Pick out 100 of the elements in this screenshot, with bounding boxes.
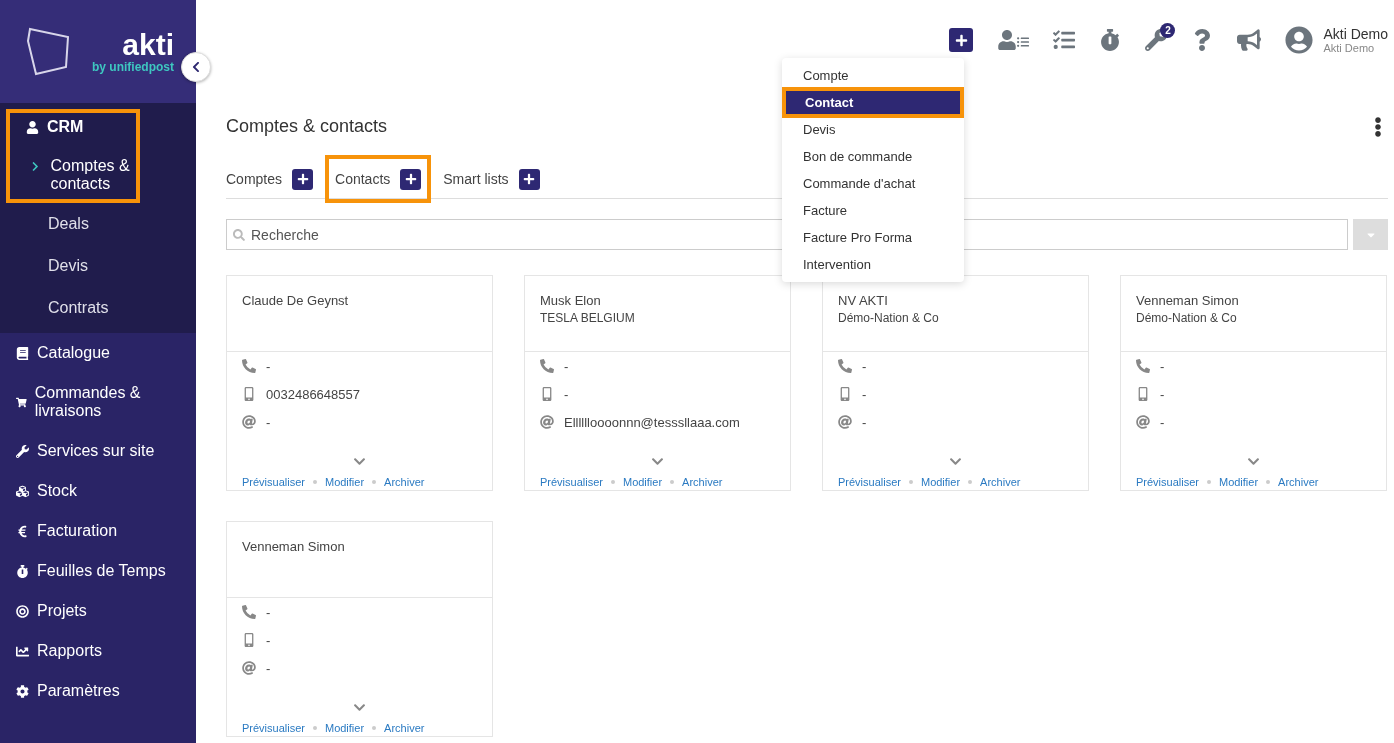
- at-icon: [540, 415, 554, 429]
- user-icon: [26, 120, 39, 134]
- tasks-icon[interactable]: [1053, 29, 1076, 51]
- at-icon: [838, 415, 852, 429]
- cubes-icon: [16, 484, 29, 498]
- menu-item[interactable]: Compte: [782, 62, 964, 89]
- menu-item[interactable]: Devis: [782, 116, 964, 143]
- tab[interactable]: Comptes: [226, 171, 283, 187]
- field-value: -: [862, 414, 867, 430]
- action-link[interactable]: Modifier: [324, 476, 365, 488]
- phone-icon: [838, 359, 852, 373]
- mobile-icon: [838, 387, 852, 401]
- action-link[interactable]: Prévisualiser: [1136, 476, 1199, 488]
- sidebar-item[interactable]: Feuilles de Temps: [0, 551, 196, 591]
- action-link[interactable]: Archiver: [384, 476, 425, 488]
- field-value: -: [1160, 358, 1165, 374]
- action-link[interactable]: Archiver: [980, 476, 1021, 488]
- menu-item[interactable]: Bon de commande: [782, 143, 964, 170]
- sidebar-item[interactable]: Services sur site: [0, 431, 196, 471]
- field-value: -: [862, 358, 867, 374]
- logo-text: akti: [122, 29, 174, 60]
- plus-icon: [954, 33, 968, 47]
- logo-mark-icon: [26, 26, 72, 77]
- expand-icon[interactable]: [949, 455, 962, 468]
- action-link[interactable]: Archiver: [1278, 476, 1319, 488]
- at-icon: [242, 415, 256, 429]
- action-link[interactable]: Modifier: [324, 722, 365, 734]
- sidebar-item[interactable]: Facturation: [0, 511, 196, 551]
- sidebar-item[interactable]: Catalogue: [0, 333, 196, 373]
- chart-icon: [16, 644, 29, 658]
- menu-item[interactable]: Contact: [784, 89, 962, 116]
- field-value: -: [564, 386, 569, 402]
- action-link[interactable]: Modifier: [920, 476, 961, 488]
- mobile-icon: [540, 387, 554, 401]
- tab[interactable]: Smart lists: [443, 171, 509, 187]
- sidebar-subitem[interactable]: Comptes & contacts: [10, 139, 136, 197]
- action-link[interactable]: Archiver: [384, 722, 425, 734]
- at-icon: [1136, 415, 1150, 429]
- megaphone-icon[interactable]: [1237, 28, 1262, 52]
- sidebar-item[interactable]: CRM: [10, 115, 136, 139]
- mobile-icon: [242, 633, 256, 647]
- expand-icon[interactable]: [353, 701, 366, 714]
- add-button[interactable]: [518, 168, 540, 190]
- menu-item[interactable]: Facture Pro Forma: [782, 224, 964, 251]
- expand-icon[interactable]: [651, 455, 664, 468]
- user-name: Akti Demo: [1323, 26, 1388, 42]
- contact-name: Claude De Geynst: [242, 293, 350, 308]
- action-link[interactable]: Prévisualiser: [838, 476, 901, 488]
- target-icon: [16, 604, 29, 618]
- company-name: Démo-Nation & Co: [1136, 311, 1238, 325]
- add-button[interactable]: [400, 168, 422, 190]
- plus-icon: [296, 173, 309, 185]
- action-link[interactable]: Prévisualiser: [242, 722, 305, 734]
- sidebar-item[interactable]: Stock: [0, 471, 196, 511]
- field-value: -: [862, 386, 867, 402]
- contact-name: Venneman Simon: [1136, 293, 1240, 308]
- sidebar-item[interactable]: Projets: [0, 591, 196, 631]
- sidebar-subitem[interactable]: Contrats: [0, 287, 196, 329]
- stopwatch-icon: [16, 564, 29, 578]
- plus-icon: [523, 173, 536, 185]
- stopwatch-icon[interactable]: [1099, 29, 1122, 51]
- action-link[interactable]: Prévisualiser: [242, 476, 305, 488]
- user-list-icon[interactable]: [997, 30, 1030, 50]
- euro-icon: [16, 524, 29, 538]
- field-value: -: [1160, 414, 1165, 430]
- chevron-left-icon: [190, 61, 202, 73]
- sidebar-item[interactable]: Paramètres: [0, 671, 196, 711]
- sidebar-item[interactable]: Rapports: [0, 631, 196, 671]
- chevron-right-icon: [32, 161, 39, 172]
- company-name: Démo-Nation & Co: [838, 311, 940, 325]
- cart-icon: [16, 395, 27, 409]
- page-title: Comptes & contacts: [226, 116, 388, 137]
- at-icon: [242, 661, 256, 675]
- expand-icon[interactable]: [353, 455, 366, 468]
- settings-icon: [16, 684, 29, 698]
- action-link[interactable]: Archiver: [682, 476, 723, 488]
- add-button[interactable]: [949, 28, 974, 52]
- add-button[interactable]: [292, 168, 314, 190]
- field-value: -: [266, 632, 271, 648]
- menu-item[interactable]: Commande d'achat: [782, 170, 964, 197]
- sidebar-subitem[interactable]: Deals: [0, 203, 196, 245]
- menu-item[interactable]: Intervention: [782, 251, 964, 278]
- phone-icon: [1136, 359, 1150, 373]
- field-value: Elllllloooonnn@tesssllaaa.com: [564, 414, 740, 430]
- action-link[interactable]: Modifier: [622, 476, 663, 488]
- avatar-icon[interactable]: [1285, 26, 1314, 54]
- action-link[interactable]: Modifier: [1218, 476, 1259, 488]
- phone-icon: [242, 359, 256, 373]
- notification-badge: 2: [1160, 23, 1176, 38]
- contact-name: Venneman Simon: [242, 539, 346, 554]
- sidebar-subitem[interactable]: Devis: [0, 245, 196, 287]
- sidebar-item[interactable]: Commandes & livraisons: [0, 373, 196, 431]
- book-icon: [16, 346, 29, 360]
- field-value: -: [266, 604, 271, 620]
- logo-tagline: by unifiedpost: [92, 59, 174, 74]
- tab[interactable]: Contacts: [335, 171, 391, 187]
- phone-icon: [242, 605, 256, 619]
- expand-icon[interactable]: [1247, 455, 1260, 468]
- action-link[interactable]: Prévisualiser: [540, 476, 603, 488]
- contact-name: Musk Elon: [540, 293, 602, 308]
